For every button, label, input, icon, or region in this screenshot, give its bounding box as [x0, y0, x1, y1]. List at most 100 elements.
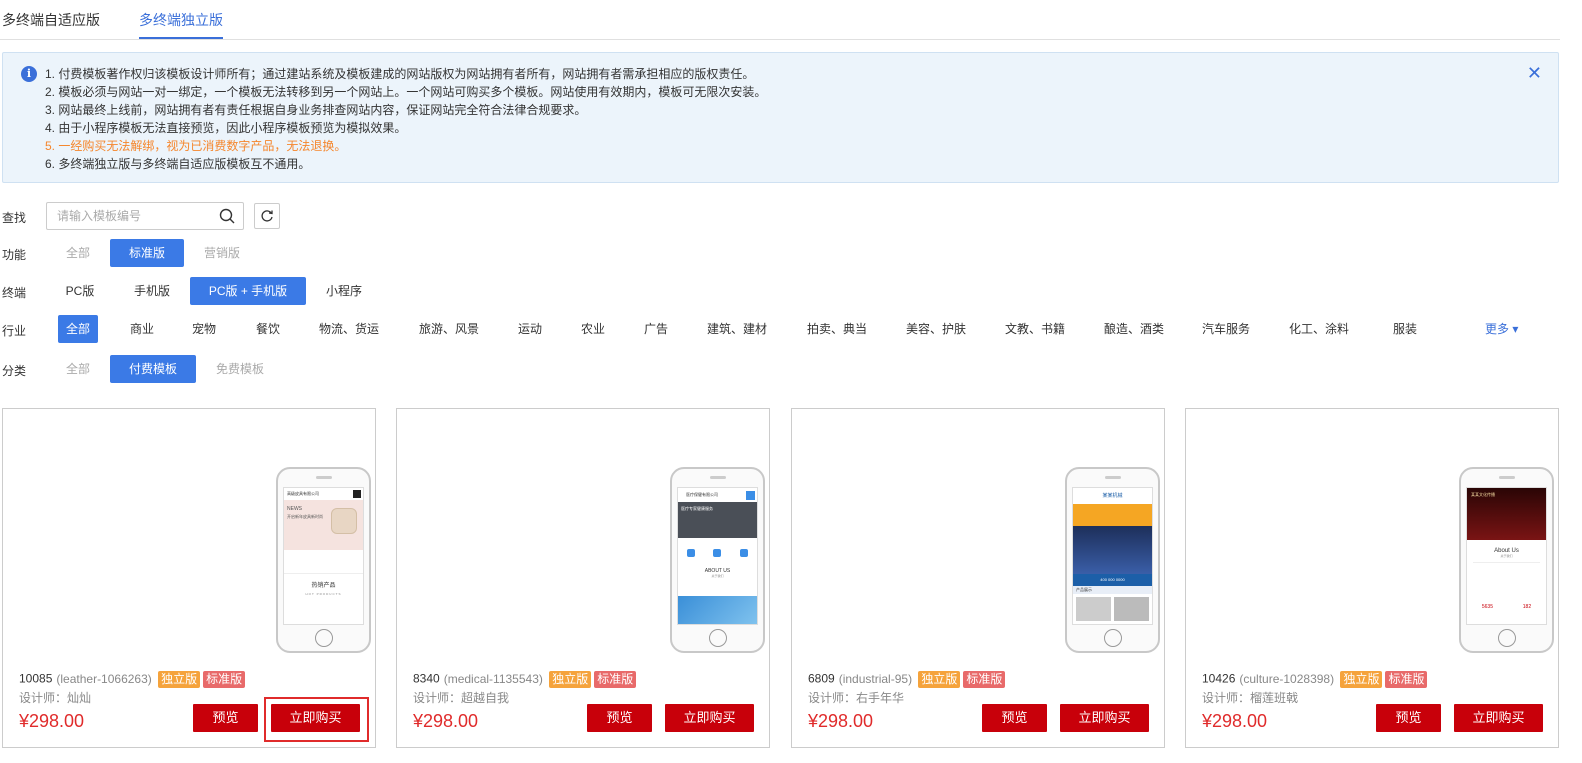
phone-speaker: [710, 476, 726, 479]
phone-home-button: [315, 629, 333, 647]
designer: 设计师：灿灿: [19, 691, 92, 705]
search-label: 查找: [2, 211, 27, 225]
terminal-option-pc[interactable]: PC版: [56, 277, 104, 305]
notice-lines: 1. 付费模板著作权归该模板设计师所有；通过建站系统及模板建成的网站版权为网站拥…: [45, 65, 766, 173]
search-box: [46, 202, 244, 230]
template-screenshot: 高级皮具有限公司 NEWS 开启新年皮具新时尚 热销产品 HOT PRODUCT…: [283, 487, 364, 625]
preview-news: NEWS: [287, 506, 302, 512]
badge-standard: 标准版: [963, 671, 1006, 688]
tab-multi-adaptive[interactable]: 多终端自适应版: [2, 10, 100, 30]
template-id: 10085: [19, 671, 53, 686]
badge-standard: 标准版: [1385, 671, 1428, 688]
template-card[interactable]: 医疗保健有限公司 医疗专家健康服务 ABOUT US 关于我们 8340 (med…: [396, 408, 770, 748]
preview-button[interactable]: 预览: [193, 704, 258, 732]
preview-section: About Us: [1494, 548, 1519, 554]
designer: 设计师：超越自我: [413, 691, 510, 705]
terminal-option-pc-mobile[interactable]: PC版 + 手机版: [190, 277, 306, 305]
card-title: 10085 (leather-1066263) 独立版 标准版: [19, 671, 246, 688]
notice-line: 1. 付费模板著作权归该模板设计师所有；通过建站系统及模板建成的网站版权为网站拥…: [45, 67, 755, 81]
template-code: (culture-1028398): [1239, 671, 1335, 686]
phone-mockup: 医疗保健有限公司 医疗专家健康服务 ABOUT US 关于我们: [670, 467, 765, 653]
menu-icon: [746, 491, 755, 500]
bag-image: [331, 508, 357, 534]
industry-option[interactable]: 文教、书籍: [1000, 315, 1070, 343]
phone-mockup: 高级皮具有限公司 NEWS 开启新年皮具新时尚 热销产品 HOT PRODUCT…: [276, 467, 371, 653]
badge-independent: 独立版: [1340, 671, 1383, 688]
industry-option[interactable]: 旅游、风景: [414, 315, 484, 343]
industry-option[interactable]: 美容、护肤: [901, 315, 971, 343]
preview-city-image: [1073, 526, 1152, 574]
category-option-free[interactable]: 免费模板: [208, 355, 272, 383]
industry-option[interactable]: 酿造、酒类: [1099, 315, 1169, 343]
industry-option[interactable]: 化工、涂料: [1284, 315, 1354, 343]
preview-button[interactable]: 预览: [982, 704, 1047, 732]
preview-banner: NEWS 开启新年皮具新时尚: [284, 500, 363, 550]
preview-text-block: [1473, 562, 1540, 600]
industry-option[interactable]: 运动: [508, 315, 552, 343]
close-icon[interactable]: ✕: [1527, 63, 1542, 83]
template-card[interactable]: 某某文化传播 About Us 关于我们 5635 182 10426 (cult…: [1185, 408, 1559, 748]
refresh-button[interactable]: [254, 203, 280, 229]
search-icon[interactable]: [219, 208, 235, 224]
buy-now-button[interactable]: 立即购买: [1454, 704, 1543, 732]
terminal-option-mobile[interactable]: 手机版: [124, 277, 180, 305]
preview-icons: [678, 538, 757, 568]
service-icon: [687, 549, 696, 557]
template-code: (medical-1135543): [443, 671, 543, 686]
preview-stats: 5635 182: [1467, 604, 1546, 610]
category-option-all[interactable]: 全部: [58, 355, 98, 383]
preview-stat: 182: [1522, 604, 1532, 610]
caret-down-icon: ▾: [1512, 322, 1519, 336]
template-card[interactable]: 某某机械 400 000 0000 产品展示 6809 (industrial-9…: [791, 408, 1165, 748]
more-industries-link[interactable]: 更多 ▾: [1485, 320, 1518, 337]
function-option-marketing[interactable]: 营销版: [196, 239, 248, 267]
designer: 设计师：榴莲班戟: [1202, 691, 1299, 705]
industry-option[interactable]: 广告: [634, 315, 678, 343]
preview-button[interactable]: 预览: [1376, 704, 1441, 732]
refresh-icon: [261, 210, 273, 222]
preview-button[interactable]: 预览: [587, 704, 652, 732]
industry-option[interactable]: 商业: [120, 315, 164, 343]
notice-line: 2. 模板必须与网站一对一绑定，一个模板无法转移到另一个网站上。一个网站可购买多…: [45, 85, 767, 99]
badge-standard: 标准版: [203, 671, 246, 688]
industry-option[interactable]: 物流、货运: [314, 315, 384, 343]
product-thumb: [1076, 597, 1111, 621]
industry-option[interactable]: 拍卖、典当: [802, 315, 872, 343]
phone-home-button: [1104, 629, 1122, 647]
menu-icon: [353, 490, 361, 498]
phone-speaker: [1105, 476, 1121, 479]
industry-option[interactable]: 汽车服务: [1198, 315, 1254, 343]
industry-option[interactable]: 宠物: [182, 315, 226, 343]
card-title: 10426 (culture-1028398) 独立版 标准版: [1202, 671, 1428, 688]
industry-option[interactable]: 农业: [571, 315, 615, 343]
industry-option[interactable]: 建筑、建材: [702, 315, 772, 343]
buy-now-button[interactable]: 立即购买: [665, 704, 754, 732]
template-card[interactable]: 高级皮具有限公司 NEWS 开启新年皮具新时尚 热销产品 HOT PRODUCT…: [2, 408, 376, 748]
template-id: 8340: [413, 671, 440, 686]
designer: 设计师：右手年华: [808, 691, 905, 705]
terminal-label: 终端: [2, 286, 27, 300]
preview-company: 某某文化传播: [1467, 488, 1546, 540]
industry-option[interactable]: 服装: [1383, 315, 1427, 343]
template-screenshot: 医疗保健有限公司 医疗专家健康服务 ABOUT US 关于我们: [677, 487, 758, 625]
preview-phone: 400 000 0000: [1073, 574, 1152, 586]
template-id: 10426: [1202, 671, 1236, 686]
function-option-all[interactable]: 全部: [58, 239, 98, 267]
phone-mockup: 某某文化传播 About Us 关于我们 5635 182: [1459, 467, 1554, 653]
function-option-standard[interactable]: 标准版: [110, 239, 184, 267]
phone-mockup: 某某机械 400 000 0000 产品展示: [1065, 467, 1160, 653]
preview-section: 热销产品: [311, 583, 336, 589]
badge-independent: 独立版: [158, 671, 201, 688]
template-screenshot: 某某文化传播 About Us 关于我们 5635 182: [1466, 487, 1547, 625]
buy-now-button[interactable]: 立即购买: [1060, 704, 1149, 732]
notice-line-warning: 5. 一经购买无法解绑，视为已消费数字产品，无法退换。: [45, 139, 347, 153]
search-input[interactable]: [47, 203, 207, 229]
industry-option[interactable]: 餐饮: [246, 315, 290, 343]
category-option-paid[interactable]: 付费模板: [110, 355, 196, 383]
industry-option[interactable]: 全部: [58, 315, 98, 343]
buy-now-button[interactable]: 立即购买: [271, 704, 360, 732]
preview-headline: 医疗专家健康服务: [678, 502, 757, 538]
terminal-option-miniprogram[interactable]: 小程序: [318, 277, 370, 305]
tab-multi-independent[interactable]: 多终端独立版: [139, 10, 223, 39]
phone-speaker: [316, 476, 332, 479]
